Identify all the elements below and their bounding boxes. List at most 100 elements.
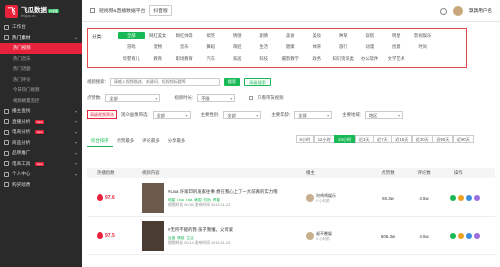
sidebar-sub-hot-topic[interactable]: 热门话题 [0, 64, 82, 75]
sidebar-item-author[interactable]: 播主查找 ▾ [0, 106, 82, 117]
video-thumbnail[interactable] [142, 221, 164, 251]
category-option[interactable]: 生活 [251, 43, 278, 50]
category-option[interactable]: 游戏 [118, 43, 145, 50]
category-option[interactable]: 种草 [330, 32, 357, 39]
sidebar-item-purchase[interactable]: 购买续费 [0, 180, 82, 191]
category-option[interactable]: 科技 [251, 55, 278, 62]
category-option[interactable]: 创意 [383, 43, 410, 50]
play-icon[interactable] [458, 195, 464, 201]
category-option[interactable]: 健康 [277, 43, 304, 50]
category-option[interactable]: 体育 [304, 43, 331, 50]
video-thumbnail[interactable] [142, 183, 164, 213]
category-option[interactable]: 美妆 [304, 32, 331, 39]
category-option[interactable]: 母婴育儿 [118, 55, 145, 62]
sidebar-item-dashboard[interactable]: 工作台 [0, 22, 82, 33]
tab-most-shares[interactable]: 分享最多 [164, 136, 190, 147]
sidebar-sub-today-hot[interactable]: 今日热门视频 [0, 85, 82, 96]
video-tag[interactable]: 时尚 [204, 198, 211, 203]
logo[interactable]: 飞 飞瓜数据 抖音版 feigua.cn [0, 0, 82, 22]
category-option[interactable]: 明星 [383, 32, 410, 39]
time-tab[interactable]: 近30天 [411, 135, 433, 143]
home-icon[interactable] [90, 8, 95, 13]
time-tab[interactable]: 近7天 [373, 135, 392, 143]
table-row[interactable]: 97.6 #Lisa 许家印的发家往事 想在我心上了一大前真的实力哦 明星 Lis… [87, 180, 495, 217]
shop-only-checkbox[interactable] [249, 96, 254, 100]
share-icon[interactable] [466, 233, 472, 239]
category-option[interactable]: 知识资讯类 [330, 55, 357, 62]
sidebar-item-live[interactable]: 直播分析 New ▾ [0, 117, 82, 128]
duration-select[interactable]: 不限 [197, 94, 236, 103]
category-option[interactable]: 汽车 [198, 55, 225, 62]
category-option[interactable]: 穿搭 [357, 32, 384, 39]
avatar[interactable] [453, 6, 464, 16]
category-option[interactable]: 政务 [304, 55, 331, 62]
category-option[interactable]: 剧情 [251, 32, 278, 39]
time-tab[interactable]: 近90天 [452, 135, 474, 143]
share-icon[interactable] [466, 195, 472, 201]
time-tab[interactable]: 24小时 [334, 135, 356, 143]
time-tab[interactable]: 12小时 [313, 135, 335, 143]
sidebar-sub-hot-comment[interactable]: 热门评论 [0, 75, 82, 86]
video-tag[interactable]: 情感 [177, 236, 184, 241]
username[interactable]: 飘飘用户名 [469, 8, 492, 14]
category-option[interactable]: 摄影教学 [277, 55, 304, 62]
category-option[interactable]: 音乐 [171, 43, 198, 50]
video-title[interactable]: #Lisa 许家印的发家往事 想在我心上了一大前真的实力哦 [168, 189, 306, 195]
category-option[interactable]: 美食 [277, 32, 304, 39]
sidebar-item-hot-material[interactable]: 热门素材 ▴ [0, 33, 82, 44]
tab-most-likes[interactable]: 点赞最多 [113, 136, 139, 147]
sidebar-item-tools[interactable]: 电商工具 New ▾ [0, 159, 82, 170]
category-option[interactable]: 家居 [224, 55, 251, 62]
tab-most-comments[interactable]: 评论最多 [138, 136, 164, 147]
sidebar-item-ecommerce[interactable]: 电商分析 New ▾ [0, 127, 82, 138]
tab-comprehensive[interactable]: 综合排序 [87, 136, 113, 147]
category-option[interactable]: 网红美女 [145, 32, 172, 39]
category-option[interactable]: 动漫 [357, 43, 384, 50]
platform-select[interactable]: 抖音版 [149, 5, 172, 16]
category-option[interactable]: 影视娱乐 [410, 32, 437, 39]
advanced-filter-tag[interactable]: 高级视频筛选 [87, 110, 117, 119]
author-cell[interactable]: 叼鸡鸡娱乐 0 小时前 [306, 193, 370, 204]
category-option[interactable]: 搞笑 [198, 32, 225, 39]
sidebar-sub-monitor[interactable]: 视频刷量监控 [0, 96, 82, 107]
play-icon[interactable] [458, 233, 464, 239]
headset-icon[interactable] [440, 7, 448, 15]
category-option[interactable]: 文学艺术 [383, 55, 410, 62]
advanced-search-button[interactable]: 高级搜索 [244, 78, 271, 86]
category-option[interactable]: 舞蹈 [198, 43, 225, 50]
region-select[interactable]: 地区 [364, 110, 403, 119]
video-title[interactable]: #无所不能的我 孩子我懂，父母爱 [168, 227, 306, 233]
favorite-icon[interactable] [474, 195, 480, 201]
search-button[interactable]: 搜索 [223, 78, 241, 86]
author-cell[interactable]: 叔不晚娱 0 小时前 [306, 231, 370, 242]
favorite-icon[interactable] [474, 233, 480, 239]
category-option[interactable]: 网红帅哥 [171, 32, 198, 39]
category-option[interactable]: 萌娃 [224, 43, 251, 50]
time-tab[interactable]: 6小时 [295, 135, 315, 143]
search-input[interactable] [109, 78, 220, 86]
category-option[interactable]: 情感 [224, 32, 251, 39]
video-tag[interactable]: 生活 [186, 236, 193, 241]
table-row[interactable]: 97.5 #无所不能的我 孩子我懂，父母爱 百度 情感 生活 视频时长 00:14 … [87, 218, 495, 255]
category-option[interactable]: 办公软件 [357, 55, 384, 62]
detail-icon[interactable] [450, 195, 456, 201]
audience-select[interactable]: 全部 [152, 110, 191, 119]
video-tag[interactable]: 青春 [213, 198, 220, 203]
age-select[interactable]: 全部 [294, 110, 333, 119]
category-option[interactable]: 教育 [145, 55, 172, 62]
sidebar-item-goods[interactable]: 商品分析 ▾ [0, 138, 82, 149]
video-tag[interactable]: Lisa [186, 198, 193, 202]
category-option[interactable]: 宠物 [145, 43, 172, 50]
gender-select[interactable]: 全部 [223, 110, 262, 119]
time-tab[interactable]: 近3天 [354, 135, 374, 143]
video-tag[interactable]: 明星 [168, 198, 175, 203]
sidebar-item-brand[interactable]: 品牌推广 ▾ [0, 148, 82, 159]
category-option[interactable]: 职场教育 [171, 55, 198, 62]
category-option[interactable]: 时尚 [410, 43, 437, 50]
video-tag[interactable]: 韩国 [194, 198, 201, 203]
detail-icon[interactable] [450, 233, 456, 239]
time-tab[interactable]: 近15天 [391, 135, 413, 143]
category-option[interactable]: 旅行 [330, 43, 357, 50]
video-tag[interactable]: 百度 [168, 236, 175, 241]
sidebar-sub-hot-video[interactable]: 热门视频 [0, 43, 82, 54]
